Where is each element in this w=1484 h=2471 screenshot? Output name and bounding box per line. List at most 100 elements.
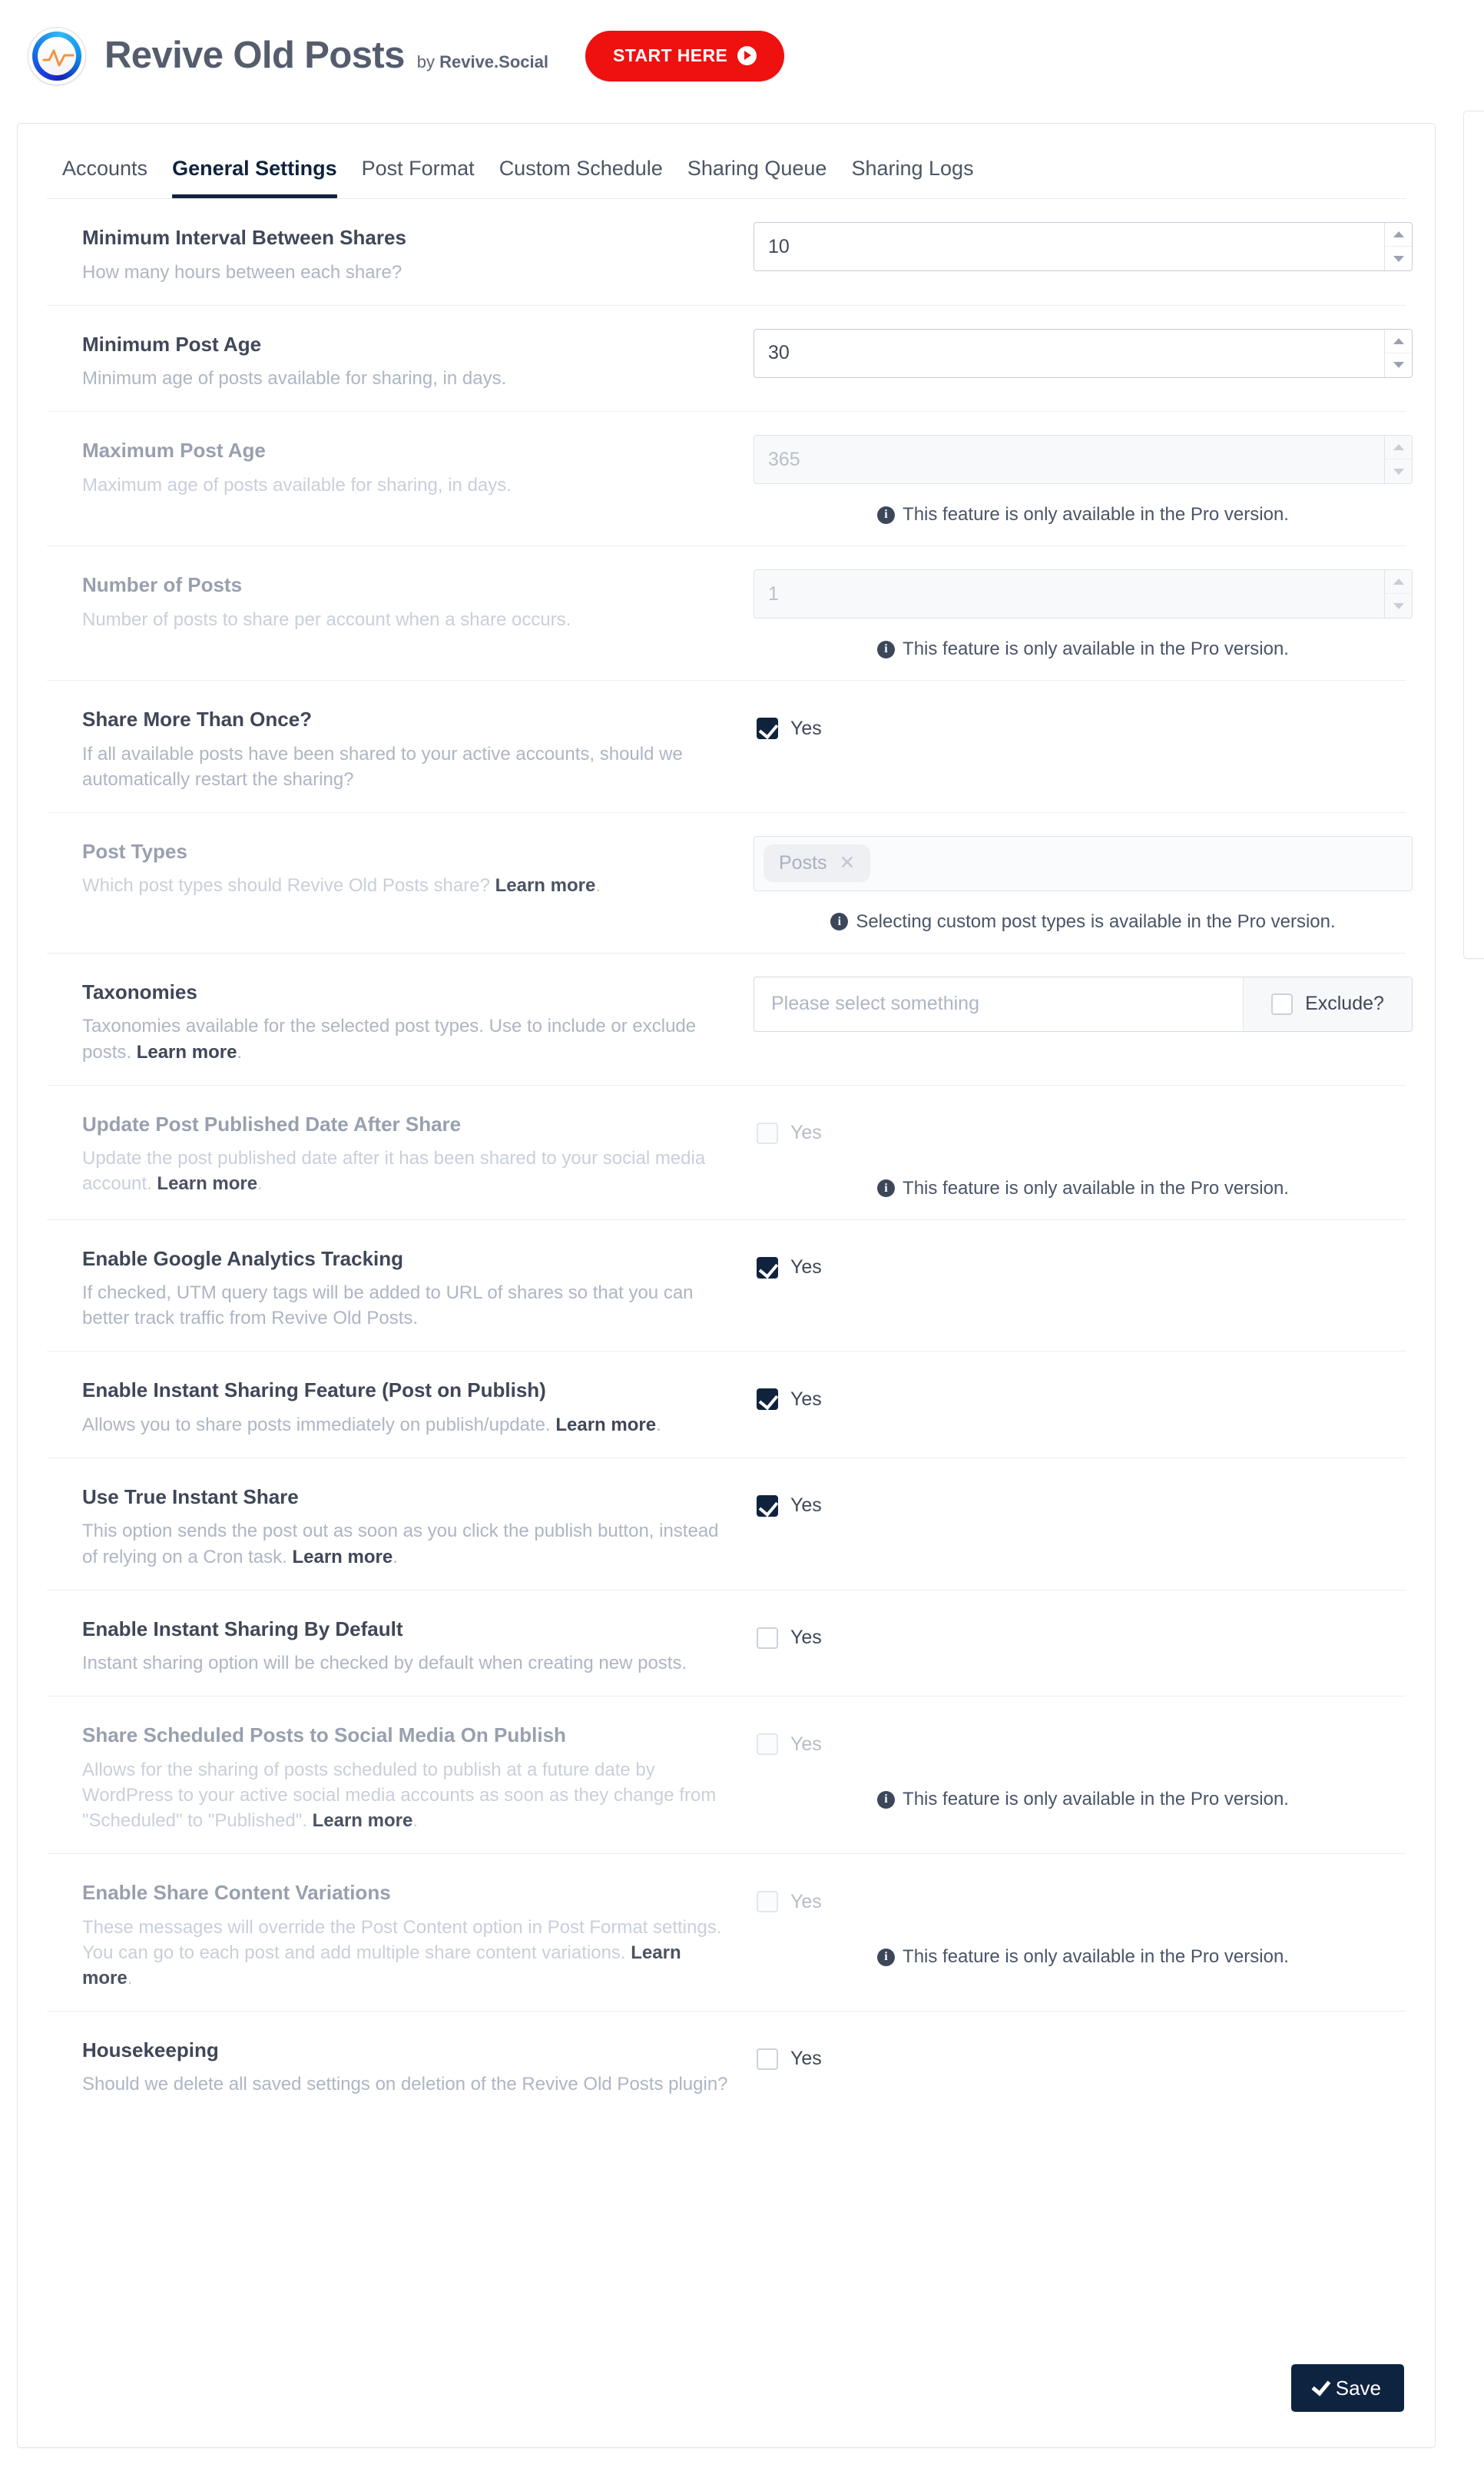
taxonomies-exclude-toggle[interactable]: Exclude?	[1243, 977, 1412, 1031]
housekeeping-toggle[interactable]: Yes	[754, 2035, 1406, 2084]
setting-row-share-scheduled-posts: Share Scheduled Posts to Social Media On…	[47, 1697, 1406, 1855]
label-column: Housekeeping Should we delete all saved …	[47, 2035, 730, 2098]
taxonomies-control: Please select something Exclude?	[754, 976, 1413, 1032]
tab-sharing-logs[interactable]: Sharing Logs	[839, 158, 985, 190]
pro-version-notice: i This feature is only available in the …	[754, 638, 1413, 660]
share-more-than-once-toggle[interactable]: Yes	[754, 704, 1406, 753]
learn-more-link[interactable]: Learn more	[292, 1547, 393, 1567]
control-column	[730, 328, 1413, 378]
update-published-date-toggle: Yes	[754, 1109, 1413, 1158]
setting-title: Share More Than Once?	[82, 708, 313, 731]
setting-row-post-types: Post Types Which post types should Reviv…	[47, 813, 1413, 954]
yes-label: Yes	[790, 1890, 822, 1912]
maximum-post-age-stepper	[754, 435, 1413, 485]
start-here-label: START HERE	[612, 45, 728, 65]
control-column: Yes i This feature is only available in …	[730, 1877, 1413, 1968]
true-instant-share-toggle[interactable]: Yes	[754, 1481, 1406, 1531]
settings-card: Accounts General Settings Post Format Cu…	[17, 123, 1436, 2448]
stepper-down-icon[interactable]	[1385, 247, 1412, 270]
share-scheduled-checkbox	[757, 1733, 778, 1756]
setting-row-instant-sharing: Enable Instant Sharing Feature (Post on …	[47, 1352, 1406, 1458]
setting-row-google-analytics: Enable Google Analytics Tracking If chec…	[47, 1220, 1406, 1352]
control-column: Yes i This feature is only available in …	[730, 1720, 1413, 1810]
desc-text-after: .	[656, 1414, 661, 1435]
setting-row-share-more-than-once: Share More Than Once? If all available p…	[47, 681, 1406, 813]
label-column: Taxonomies Taxonomies available for the …	[47, 977, 730, 1065]
google-analytics-checkbox[interactable]	[757, 1256, 778, 1279]
info-icon: i	[877, 1790, 896, 1809]
tab-sharing-queue[interactable]: Sharing Queue	[675, 158, 840, 190]
control-column	[730, 222, 1413, 271]
pro-version-notice: i This feature is only available in the …	[754, 1946, 1413, 1968]
yes-label: Yes	[790, 1388, 822, 1410]
setting-description: How many hours between each share?	[82, 261, 402, 283]
yes-label: Yes	[790, 1494, 822, 1517]
setting-title: Enable Instant Sharing Feature (Post on …	[82, 1378, 546, 1402]
control-column: Yes i This feature is only available in …	[730, 1109, 1413, 1199]
number-of-posts-stepper	[754, 569, 1413, 619]
tab-general-settings[interactable]: General Settings	[160, 158, 349, 198]
minimum-interval-input[interactable]	[754, 223, 1384, 270]
start-here-button[interactable]: START HERE	[585, 30, 785, 81]
play-icon	[737, 46, 757, 65]
stepper-buttons[interactable]	[1384, 329, 1412, 377]
instant-by-default-toggle[interactable]: Yes	[754, 1614, 1406, 1663]
learn-more-link[interactable]: Learn more	[313, 1810, 413, 1831]
share-more-than-once-checkbox[interactable]	[757, 718, 778, 740]
stepper-buttons[interactable]	[1384, 223, 1412, 270]
taxonomies-select[interactable]: Please select something	[754, 977, 1243, 1031]
yes-label: Yes	[790, 1733, 822, 1755]
pro-notice-text: This feature is only available in the Pr…	[903, 504, 1289, 526]
setting-row-minimum-interval: Minimum Interval Between Shares How many…	[47, 199, 1413, 306]
pro-version-notice: i This feature is only available in the …	[754, 1178, 1413, 1199]
stepper-up-icon[interactable]	[1385, 223, 1412, 247]
remove-token-icon[interactable]: ✕	[840, 854, 856, 873]
control-column: Posts ✕ i Selecting custom post types is…	[730, 835, 1413, 933]
learn-more-link[interactable]: Learn more	[555, 1415, 656, 1435]
true-instant-share-checkbox[interactable]	[757, 1494, 778, 1517]
yes-label: Yes	[790, 717, 822, 739]
stepper-down-icon	[1385, 594, 1412, 618]
exclude-checkbox[interactable]	[1271, 993, 1294, 1015]
housekeeping-checkbox[interactable]	[757, 2048, 778, 2070]
byline-brand: Revive.Social	[439, 52, 548, 71]
setting-row-instant-sharing-by-default: Enable Instant Sharing By Default Instan…	[47, 1590, 1406, 1697]
setting-title: Enable Instant Sharing By Default	[82, 1617, 403, 1640]
desc-text: Which post types should Revive Old Posts…	[82, 875, 495, 897]
desc-text-after: .	[127, 1967, 133, 1988]
label-column: Post Types Which post types should Reviv…	[47, 836, 730, 899]
instant-sharing-checkbox[interactable]	[757, 1388, 778, 1411]
save-button[interactable]: Save	[1290, 2364, 1404, 2412]
minimum-post-age-stepper[interactable]	[754, 328, 1413, 378]
stepper-up-icon	[1385, 436, 1412, 460]
setting-description: Update the post published date after it …	[82, 1146, 730, 1196]
minimum-interval-stepper[interactable]	[754, 222, 1413, 271]
setting-row-update-published-date: Update Post Published Date After Share U…	[47, 1086, 1406, 1220]
post-type-token[interactable]: Posts ✕	[764, 844, 871, 883]
tab-accounts[interactable]: Accounts	[47, 158, 160, 190]
byline: by Revive.Social	[417, 54, 548, 71]
setting-row-taxonomies: Taxonomies Taxonomies available for the …	[47, 954, 1413, 1086]
instant-sharing-toggle[interactable]: Yes	[754, 1375, 1406, 1424]
tab-post-format[interactable]: Post Format	[349, 158, 487, 190]
desc-text: Allows you to share posts immediately on…	[82, 1414, 556, 1435]
control-column: Please select something Exclude?	[730, 976, 1413, 1032]
setting-title: Maximum Post Age	[82, 439, 266, 463]
learn-more-link[interactable]: Learn more	[157, 1173, 257, 1194]
setting-row-maximum-post-age: Maximum Post Age Maximum age of posts av…	[47, 412, 1413, 547]
learn-more-link[interactable]: Learn more	[137, 1042, 237, 1063]
setting-title: Post Types	[82, 839, 187, 863]
pro-version-notice: i This feature is only available in the …	[754, 1789, 1413, 1810]
learn-more-link[interactable]: Learn more	[495, 875, 596, 896]
google-analytics-toggle[interactable]: Yes	[754, 1243, 1406, 1292]
post-types-multiselect[interactable]: Posts ✕	[754, 835, 1413, 891]
control-column: Yes	[730, 1481, 1406, 1531]
setting-description: If all available posts have been shared …	[82, 743, 683, 790]
post-types-pro-notice: i Selecting custom post types is availab…	[754, 911, 1413, 933]
minimum-post-age-input[interactable]	[754, 329, 1384, 377]
instant-by-default-checkbox[interactable]	[757, 1627, 778, 1649]
tab-custom-schedule[interactable]: Custom Schedule	[487, 158, 675, 190]
content-variations-checkbox	[757, 1891, 778, 1913]
stepper-down-icon[interactable]	[1385, 353, 1412, 377]
stepper-up-icon[interactable]	[1385, 330, 1412, 353]
